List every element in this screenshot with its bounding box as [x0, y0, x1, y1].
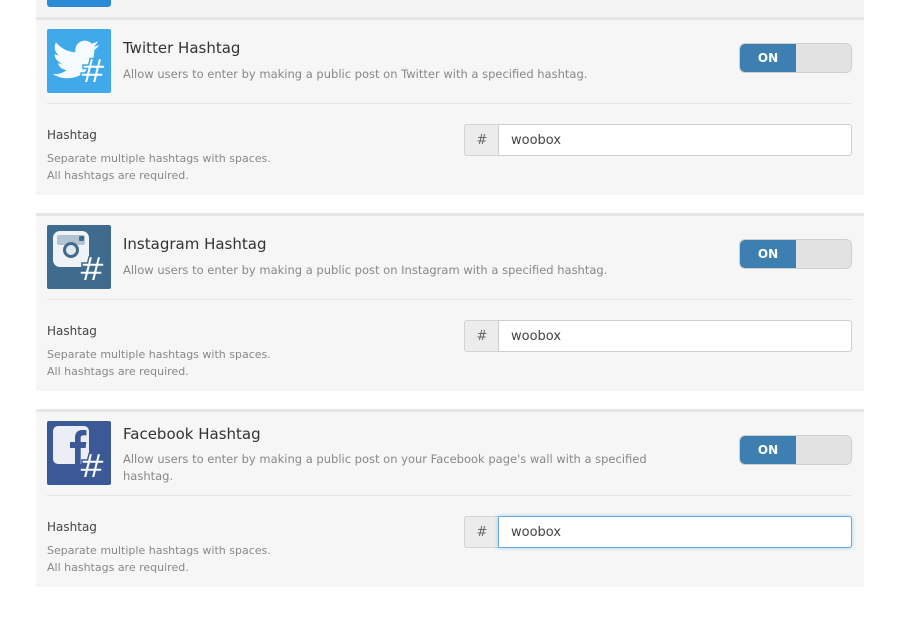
instagram-hashtag-icon: # — [47, 225, 111, 289]
svg-text:#: # — [78, 250, 107, 289]
help-line-2: All hashtags are required. — [47, 169, 189, 182]
previous-card-icon — [47, 0, 111, 7]
card-description: Allow users to enter by making a public … — [123, 263, 608, 277]
twitter-enable-toggle[interactable]: ON — [739, 43, 852, 73]
help-line-1: Separate multiple hashtags with spaces. — [47, 348, 271, 361]
twitter-hashtag-card: # Twitter Hashtag Allow users to enter b… — [36, 17, 864, 195]
hashtag-field-label: Hashtag — [47, 520, 97, 534]
toggle-on-label: ON — [740, 436, 796, 464]
hashtag-help-text: Separate multiple hashtags with spaces. … — [47, 346, 347, 380]
divider — [47, 103, 852, 104]
hashtag-field-label: Hashtag — [47, 128, 97, 142]
instagram-hashtag-input[interactable] — [498, 320, 852, 352]
hashtag-field-label: Hashtag — [47, 324, 97, 338]
facebook-hashtag-icon: # — [47, 421, 111, 485]
toggle-on-label: ON — [740, 44, 796, 72]
hash-addon: # — [464, 320, 499, 352]
card-description: Allow users to enter by making a public … — [123, 452, 647, 483]
toggle-off-track — [796, 436, 851, 464]
hash-addon: # — [464, 516, 499, 548]
twitter-hashtag-icon: # — [47, 29, 111, 93]
card-title: Facebook Hashtag — [123, 425, 261, 443]
instagram-enable-toggle[interactable]: ON — [739, 239, 852, 269]
help-line-2: All hashtags are required. — [47, 561, 189, 574]
toggle-off-track — [796, 240, 851, 268]
facebook-hashtag-input[interactable] — [498, 516, 852, 548]
help-line-1: Separate multiple hashtags with spaces. — [47, 152, 271, 165]
card-title: Instagram Hashtag — [123, 235, 267, 253]
hashtag-help-text: Separate multiple hashtags with spaces. … — [47, 150, 347, 184]
help-line-1: Separate multiple hashtags with spaces. — [47, 544, 271, 557]
hash-addon: # — [464, 124, 499, 156]
toggle-on-label: ON — [740, 240, 796, 268]
svg-text:#: # — [79, 52, 108, 92]
divider — [47, 299, 852, 300]
svg-text:#: # — [78, 447, 107, 485]
hashtag-help-text: Separate multiple hashtags with spaces. … — [47, 542, 347, 576]
facebook-hashtag-card: # Facebook Hashtag Allow users to enter … — [36, 409, 864, 587]
twitter-hashtag-input[interactable] — [498, 124, 852, 156]
instagram-hashtag-card: # Instagram Hashtag Allow users to enter… — [36, 213, 864, 391]
divider — [47, 495, 852, 496]
toggle-off-track — [796, 44, 851, 72]
facebook-enable-toggle[interactable]: ON — [739, 435, 852, 465]
card-description: Allow users to enter by making a public … — [123, 67, 588, 81]
help-line-2: All hashtags are required. — [47, 365, 189, 378]
card-title: Twitter Hashtag — [123, 39, 241, 57]
